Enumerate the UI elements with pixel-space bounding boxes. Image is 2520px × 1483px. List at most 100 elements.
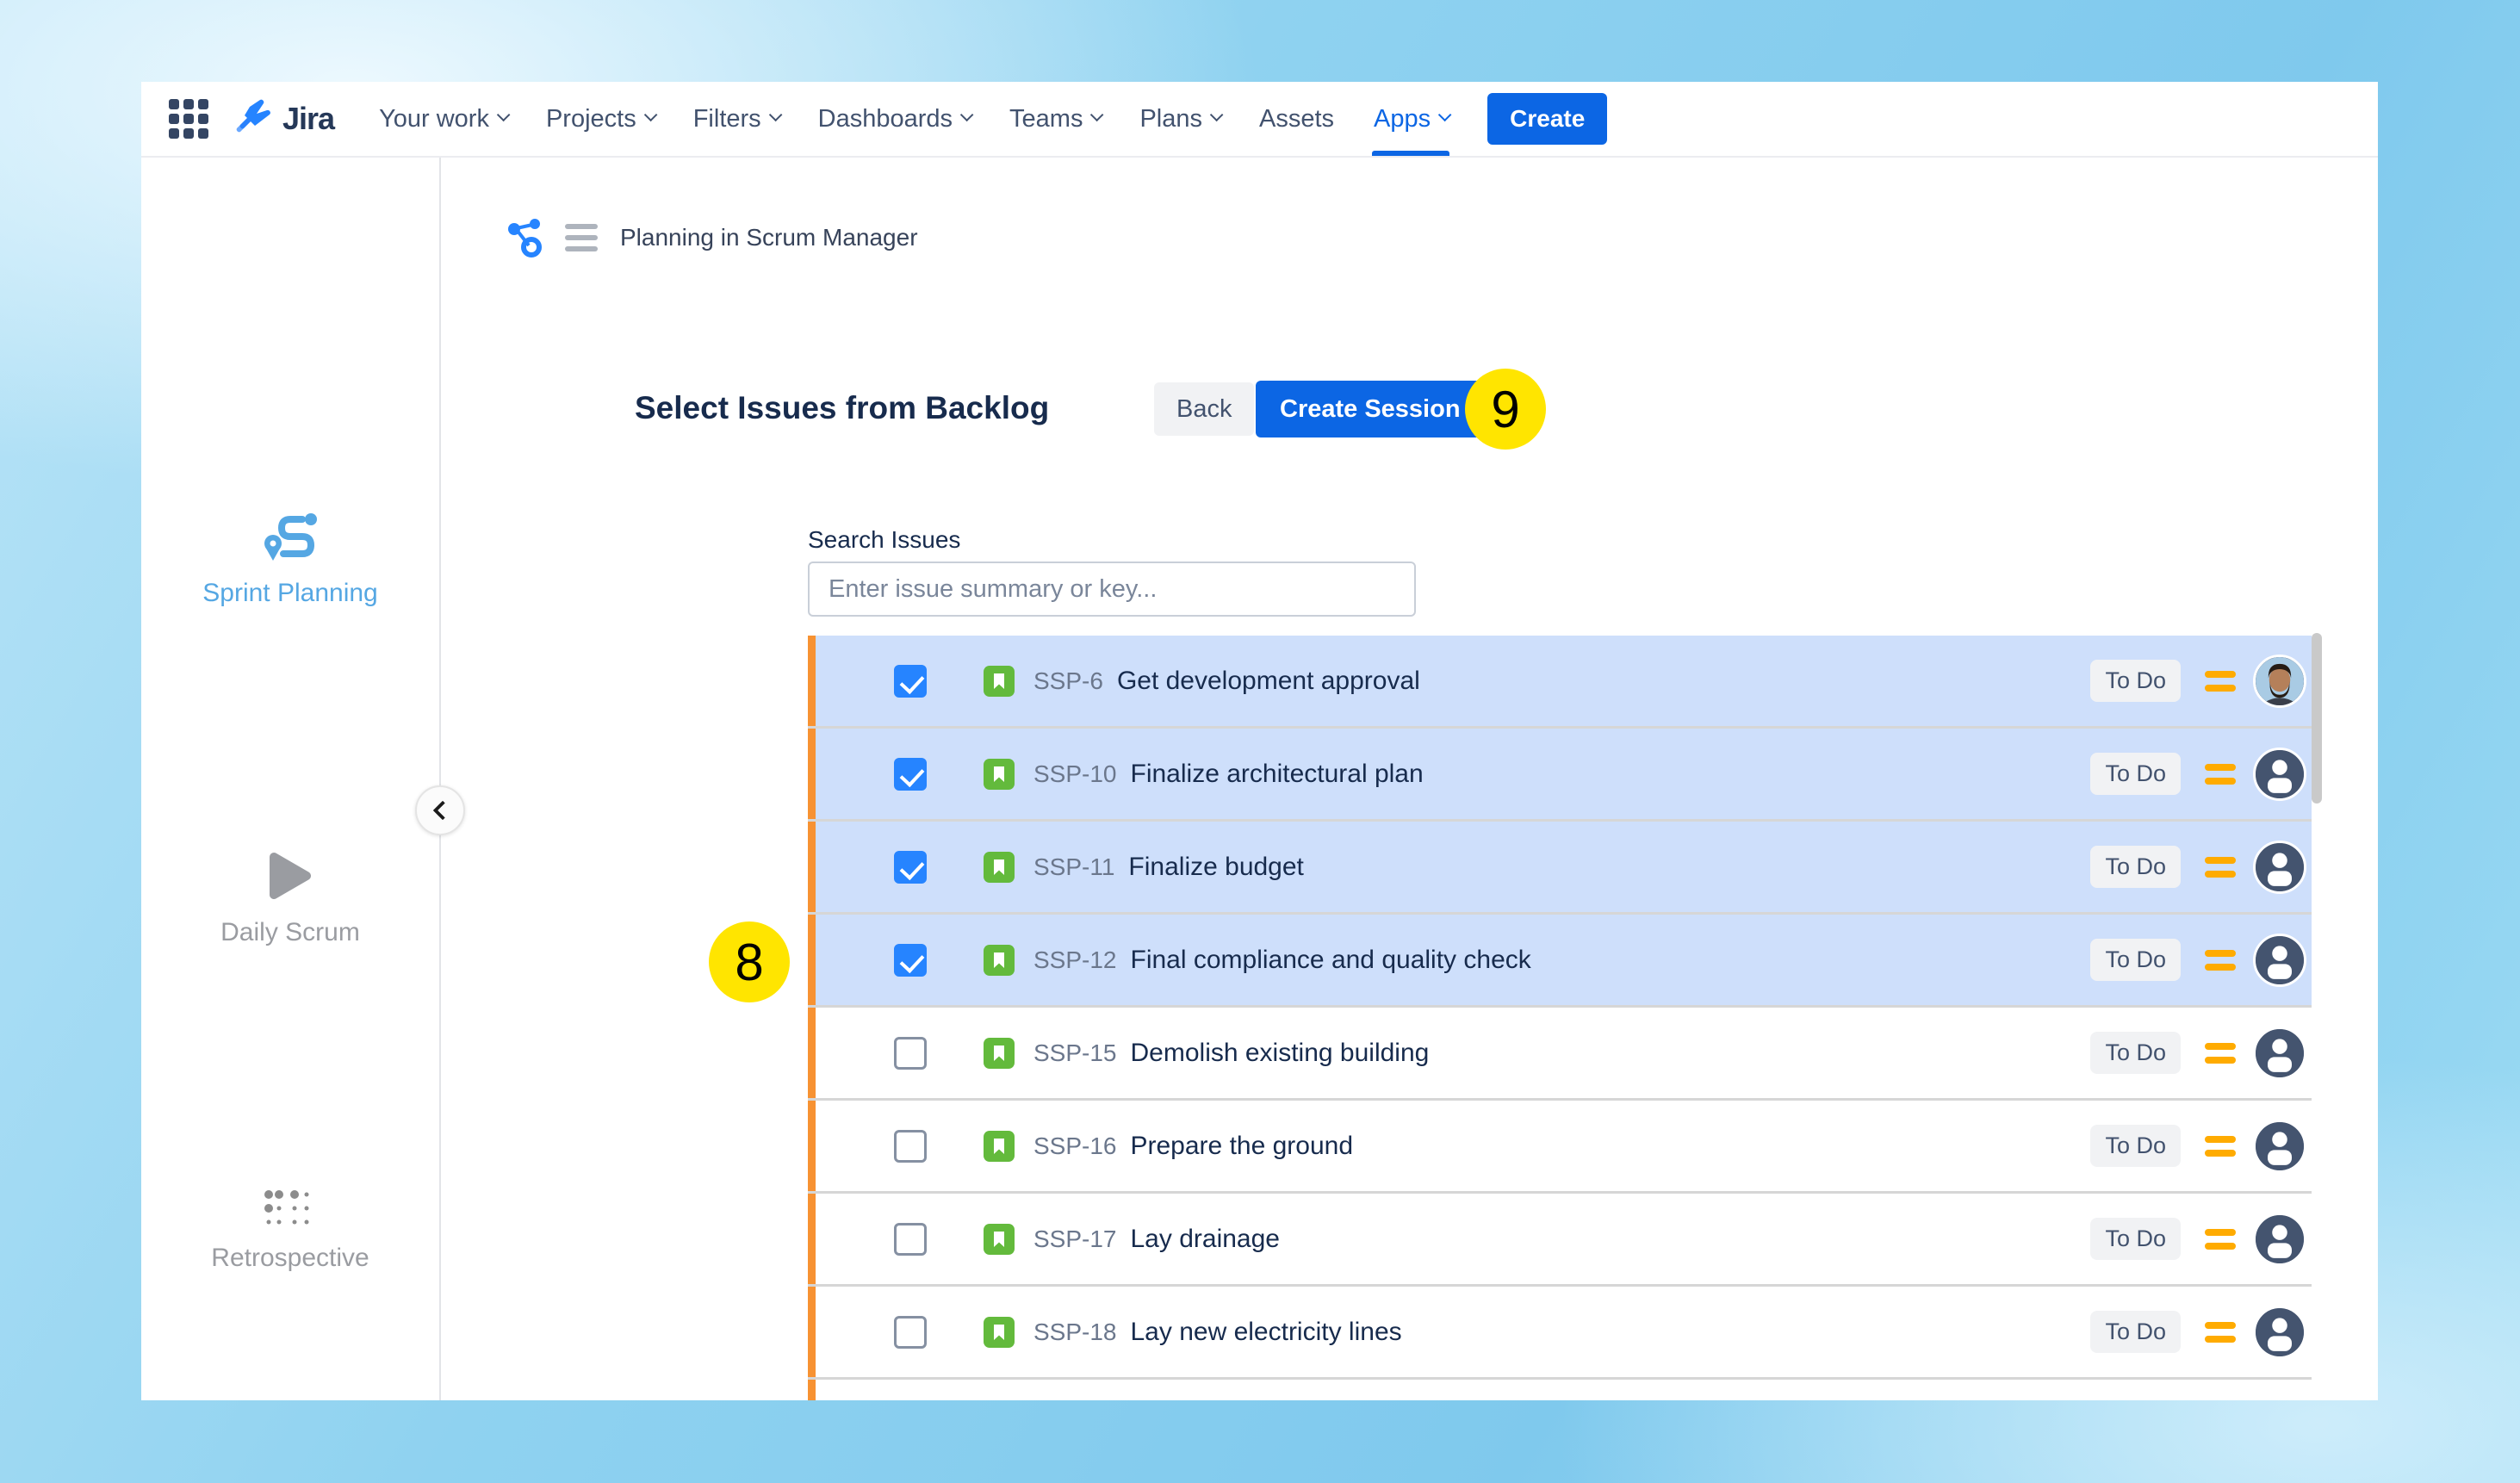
issue-row[interactable]: SSP-10 Finalize architectural plan To Do bbox=[808, 729, 2312, 819]
status-badge: To Do bbox=[2090, 1032, 2181, 1074]
issue-summary: Prepare the ground bbox=[1131, 1132, 1354, 1161]
sidebar-divider bbox=[439, 158, 441, 1400]
route-icon bbox=[263, 512, 318, 562]
issue-row[interactable]: SSP-17 Lay drainage To Do bbox=[808, 1194, 2312, 1284]
nav-item-label: Projects bbox=[546, 105, 636, 133]
issue-key: SSP-10 bbox=[1033, 760, 1117, 788]
assignee-avatar[interactable] bbox=[2253, 1306, 2306, 1359]
search-label: Search Issues bbox=[808, 526, 960, 554]
sidebar-collapse-button[interactable] bbox=[415, 785, 465, 835]
issue-list: SSP-6 Get development approval To Do SSP… bbox=[808, 636, 2312, 1400]
annotation-badge-9: 9 bbox=[1465, 369, 1546, 450]
scrollbar-thumb[interactable] bbox=[2312, 633, 2322, 804]
issue-row[interactable]: SSP-6 Get development approval To Do bbox=[808, 636, 2312, 726]
priority-medium-icon bbox=[2205, 1136, 2236, 1157]
status-badge: To Do bbox=[2090, 1311, 2181, 1353]
nav-item-apps[interactable]: Apps bbox=[1374, 82, 1448, 156]
issue-row[interactable]: SSP-16 Prepare the ground To Do bbox=[808, 1101, 2312, 1191]
nav-item-filters[interactable]: Filters bbox=[693, 82, 779, 156]
issue-row[interactable]: SSP-18 Lay new electricity lines To Do bbox=[808, 1287, 2312, 1377]
nav-items: Your work Projects Filters Dashboards Te… bbox=[379, 82, 1448, 156]
issue-checkbox[interactable] bbox=[894, 1130, 927, 1163]
assignee-avatar[interactable] bbox=[2253, 841, 2306, 894]
list-scrollbar bbox=[2312, 633, 2322, 1398]
issue-row-right: To Do bbox=[2090, 1306, 2306, 1359]
list-menu-icon[interactable] bbox=[565, 224, 598, 251]
nav-item-label: Apps bbox=[1374, 105, 1431, 133]
create-session-button[interactable]: Create Session bbox=[1256, 381, 1485, 437]
chevron-down-icon bbox=[960, 108, 974, 121]
story-type-icon bbox=[984, 1317, 1015, 1348]
issue-key: SSP-17 bbox=[1033, 1225, 1117, 1253]
story-type-icon bbox=[984, 759, 1015, 790]
priority-medium-icon bbox=[2205, 1229, 2236, 1250]
status-badge: To Do bbox=[2090, 1218, 2181, 1260]
issue-checkbox[interactable] bbox=[894, 851, 927, 884]
jira-mark-icon bbox=[229, 96, 274, 141]
issue-row-right: To Do bbox=[2090, 1213, 2306, 1266]
sidebar-item-daily-scrum[interactable]: Daily Scrum bbox=[141, 850, 439, 947]
issue-key: SSP-18 bbox=[1033, 1319, 1117, 1346]
issue-summary: Finalize architectural plan bbox=[1131, 760, 1424, 789]
story-type-icon bbox=[984, 1224, 1015, 1255]
jira-logo[interactable]: Jira bbox=[229, 96, 334, 141]
issue-checkbox[interactable] bbox=[894, 1037, 927, 1070]
issue-row[interactable]: SSP-12 Final compliance and quality chec… bbox=[808, 915, 2312, 1005]
app-window: Jira Your work Projects Filters Dashboar… bbox=[141, 82, 2378, 1400]
sidebar-item-retrospective[interactable]: Retrospective bbox=[141, 1189, 439, 1273]
nav-item-plans[interactable]: Plans bbox=[1139, 82, 1220, 156]
issue-checkbox[interactable] bbox=[894, 1316, 927, 1349]
assignee-avatar[interactable] bbox=[2253, 1120, 2306, 1173]
sidebar-item-label: Retrospective bbox=[141, 1244, 439, 1273]
issue-checkbox[interactable] bbox=[894, 944, 927, 977]
issue-summary: Final compliance and quality check bbox=[1131, 946, 1531, 975]
back-button[interactable]: Back bbox=[1154, 382, 1254, 436]
nav-item-label: Filters bbox=[693, 105, 761, 133]
chevron-down-icon bbox=[644, 108, 658, 121]
issue-row-partial bbox=[808, 1380, 2312, 1400]
status-badge: To Do bbox=[2090, 939, 2181, 981]
nav-item-label: Assets bbox=[1259, 105, 1334, 133]
issue-row-right: To Do bbox=[2090, 934, 2306, 987]
issue-checkbox[interactable] bbox=[894, 758, 927, 791]
sidebar-item-sprint-planning[interactable]: Sprint Planning bbox=[141, 512, 439, 608]
issue-key: SSP-16 bbox=[1033, 1132, 1117, 1160]
issue-key: SSP-12 bbox=[1033, 946, 1117, 974]
play-icon bbox=[267, 850, 313, 902]
chevron-left-icon bbox=[433, 801, 453, 821]
dot-grid-icon bbox=[264, 1189, 317, 1227]
breadcrumb: Planning in Scrum Manager bbox=[506, 216, 918, 259]
nav-item-projects[interactable]: Projects bbox=[546, 82, 654, 156]
issue-summary: Finalize budget bbox=[1128, 853, 1303, 882]
issue-row[interactable]: SSP-11 Finalize budget To Do bbox=[808, 822, 2312, 912]
assignee-avatar[interactable] bbox=[2253, 655, 2306, 708]
chevron-down-icon bbox=[1438, 108, 1452, 121]
app-switcher-icon[interactable] bbox=[169, 99, 208, 139]
nav-item-dashboards[interactable]: Dashboards bbox=[818, 82, 970, 156]
nav-item-assets[interactable]: Assets bbox=[1259, 82, 1334, 156]
issue-checkbox[interactable] bbox=[894, 665, 927, 698]
issue-summary: Get development approval bbox=[1117, 667, 1420, 696]
assignee-avatar[interactable] bbox=[2253, 748, 2306, 801]
issue-summary: Lay new electricity lines bbox=[1131, 1318, 1402, 1347]
issue-row-right: To Do bbox=[2090, 1027, 2306, 1080]
issue-summary: Lay drainage bbox=[1131, 1225, 1280, 1254]
nav-item-label: Your work bbox=[379, 105, 489, 133]
search-input[interactable] bbox=[808, 562, 1416, 617]
assignee-avatar[interactable] bbox=[2253, 934, 2306, 987]
story-type-icon bbox=[984, 666, 1015, 697]
priority-medium-icon bbox=[2205, 857, 2236, 878]
assignee-avatar[interactable] bbox=[2253, 1027, 2306, 1080]
workflow-icon[interactable] bbox=[506, 216, 551, 259]
issue-summary: Demolish existing building bbox=[1131, 1039, 1430, 1068]
assignee-avatar[interactable] bbox=[2253, 1213, 2306, 1266]
status-badge: To Do bbox=[2090, 846, 2181, 888]
nav-item-teams[interactable]: Teams bbox=[1009, 82, 1100, 156]
status-badge: To Do bbox=[2090, 1125, 2181, 1167]
nav-item-your-work[interactable]: Your work bbox=[379, 82, 506, 156]
issue-row[interactable]: SSP-15 Demolish existing building To Do bbox=[808, 1008, 2312, 1098]
status-badge: To Do bbox=[2090, 753, 2181, 795]
issue-checkbox[interactable] bbox=[894, 1223, 927, 1256]
priority-medium-icon bbox=[2205, 764, 2236, 785]
create-button[interactable]: Create bbox=[1487, 93, 1607, 145]
